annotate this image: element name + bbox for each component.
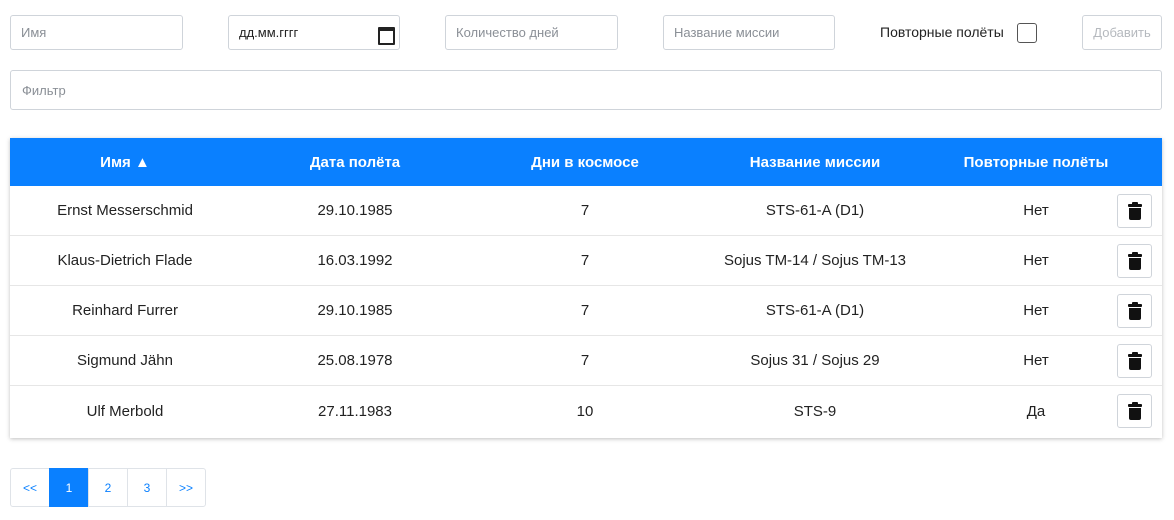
- cell-mission: Sojus 31 / Sojus 29: [750, 352, 880, 369]
- cell-name: Klaus-Dietrich Flade: [57, 252, 193, 269]
- trash-icon: [1127, 401, 1142, 420]
- delete-button[interactable]: [1117, 344, 1152, 378]
- cell-name: Ulf Merbold: [86, 402, 164, 420]
- cell-flight-date: 27.11.1983: [318, 402, 392, 420]
- cell-repeat: Нет: [1023, 302, 1049, 319]
- cell-flight-date: 29.10.1985: [317, 302, 393, 319]
- cell-repeat: Да: [1026, 402, 1046, 420]
- astronauts-table: Имя ▲ Дата полёта Дни в космосе Название…: [10, 138, 1162, 438]
- cell-flight-date: 16.03.1992: [317, 252, 393, 269]
- pagination: << 1 2 3 >>: [10, 468, 206, 507]
- delete-button[interactable]: [1117, 194, 1152, 228]
- repeat-flights-checkbox[interactable]: [1017, 23, 1037, 43]
- cell-repeat: Нет: [1023, 352, 1049, 369]
- add-button[interactable]: Добавить: [1082, 15, 1162, 50]
- cell-repeat: Нет: [1023, 202, 1049, 219]
- repeat-flights-label: Повторные полёты: [880, 24, 1004, 40]
- cell-name: Sigmund Jähn: [77, 352, 173, 369]
- page-last-button[interactable]: >>: [166, 468, 206, 507]
- page-first-button[interactable]: <<: [10, 468, 50, 507]
- days-input[interactable]: Количество дней: [445, 15, 618, 50]
- table-row: Ulf Merbold 27.11.1983 10 STS-9 Да: [10, 386, 1162, 436]
- cell-days: 7: [580, 252, 590, 269]
- table-row: Sigmund Jähn 25.08.1978 7 Sojus 31 / Soj…: [10, 336, 1162, 386]
- delete-button[interactable]: [1117, 394, 1152, 428]
- header-days-in-space[interactable]: Дни в космосе: [470, 154, 700, 171]
- cell-days: 7: [580, 202, 590, 219]
- trash-icon: [1127, 201, 1142, 220]
- page-1-button[interactable]: 1: [49, 468, 89, 507]
- cell-mission: STS-61-A (D1): [765, 302, 865, 319]
- date-input[interactable]: дд.мм.гггг: [228, 15, 400, 50]
- cell-mission: STS-61-A (D1): [765, 202, 865, 219]
- date-placeholder: дд.мм.гггг: [239, 25, 299, 40]
- mission-input[interactable]: Название миссии: [663, 15, 835, 50]
- header-name[interactable]: Имя ▲: [10, 154, 240, 171]
- trash-icon: [1127, 251, 1142, 270]
- cell-flight-date: 29.10.1985: [317, 202, 393, 219]
- table-header: Имя ▲ Дата полёта Дни в космосе Название…: [10, 138, 1162, 186]
- cell-days: 10: [576, 402, 594, 420]
- cell-name: Ernst Messerschmid: [57, 202, 193, 219]
- trash-icon: [1127, 351, 1142, 370]
- header-mission-name[interactable]: Название миссии: [700, 154, 930, 171]
- cell-mission: Sojus TM-14 / Sojus TM-13: [723, 252, 906, 269]
- cell-name: Reinhard Furrer: [72, 302, 178, 319]
- delete-button[interactable]: [1117, 294, 1152, 328]
- page-3-button[interactable]: 3: [127, 468, 167, 507]
- header-repeat-flights[interactable]: Повторные полёты: [930, 154, 1142, 171]
- name-input[interactable]: Имя: [10, 15, 183, 50]
- calendar-icon[interactable]: [378, 26, 395, 45]
- cell-mission: STS-9: [793, 402, 837, 420]
- header-flight-date[interactable]: Дата полёта: [240, 154, 470, 171]
- trash-icon: [1127, 301, 1142, 320]
- cell-days: 7: [580, 352, 590, 369]
- delete-button[interactable]: [1117, 244, 1152, 278]
- cell-repeat: Нет: [1023, 252, 1049, 269]
- cell-days: 7: [580, 302, 590, 319]
- table-row: Reinhard Furrer 29.10.1985 7 STS-61-A (D…: [10, 286, 1162, 336]
- table-row: Klaus-Dietrich Flade 16.03.1992 7 Sojus …: [10, 236, 1162, 286]
- cell-flight-date: 25.08.1978: [317, 352, 393, 369]
- page-2-button[interactable]: 2: [88, 468, 128, 507]
- table-row: Ernst Messerschmid 29.10.1985 7 STS-61-A…: [10, 186, 1162, 236]
- filter-input[interactable]: Фильтр: [10, 70, 1162, 110]
